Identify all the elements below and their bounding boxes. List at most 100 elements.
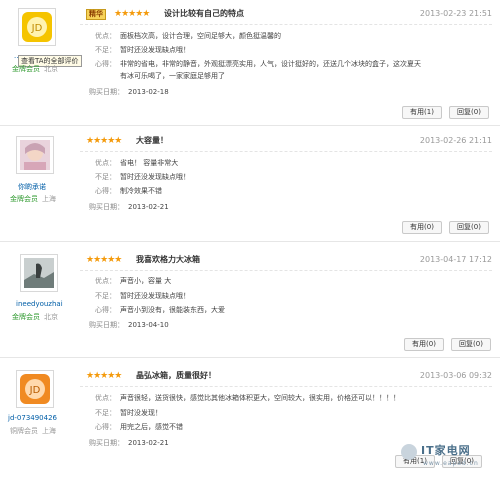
pros-label: 优点： xyxy=(95,277,116,285)
divider xyxy=(80,151,492,152)
cons-row: 不足： 暂时还没发现缺点哦！ xyxy=(86,172,190,182)
member-level-row: 金牌会员 北京 xyxy=(12,312,58,322)
experience-row: 心得： 声音小到没有，很能装东西，大爱 xyxy=(86,305,225,315)
experience-text-line: 有冰可乐喝了，一家家庭足够用了 xyxy=(120,72,225,80)
useful-button[interactable]: 有用(0) xyxy=(402,221,442,234)
pros-row: 优点： 声音很轻，送货很快，感觉比其他冰箱体积更大，空间较大，很实用，价格还可以！… xyxy=(86,393,400,403)
photo-avatar-icon xyxy=(24,258,54,288)
purchase-date-row: 购买日期： 2013-02-21 xyxy=(86,438,169,448)
review-header: ★★★★★ 我喜欢格力大冰箱 2013-04-17 17:12 xyxy=(86,254,492,268)
site-watermark: IT家电网 www.eapad.cn xyxy=(401,442,496,476)
pros-row: 优点： 面板档次高，设计合理，空间足够大，颜色挺温馨的 xyxy=(86,31,281,41)
watermark-logo-icon xyxy=(401,444,417,460)
experience-label: 心得： xyxy=(95,60,116,68)
svg-text:JD: JD xyxy=(31,23,43,34)
purchase-date-label: 购买日期： xyxy=(89,88,124,96)
purchase-date: 2013-02-21 xyxy=(128,439,169,447)
pros-label: 优点： xyxy=(95,32,116,40)
member-level-row: 金牌会员 北京 xyxy=(12,64,58,74)
cons-text: 暂时还没发现缺点哦！ xyxy=(120,292,190,300)
member-level: 金牌会员 xyxy=(10,195,38,203)
review-date: 2013-04-17 17:12 xyxy=(419,255,492,264)
review-date: 2013-02-26 21:11 xyxy=(419,136,492,145)
pros-text: 面板档次高，设计合理，空间足够大，颜色挺温馨的 xyxy=(120,32,281,40)
watermark-url: www.eapad.cn xyxy=(423,460,479,467)
experience-row: 心得： 非常的省电，非常的静音，外观挺漂亮实用，人气，设计挺好的，还送几个冰块的盒… xyxy=(86,59,421,81)
user-location: 北京 xyxy=(44,65,58,73)
review-header: ★★★★★ 晶弘冰箱，质量很好！ 2013-03-06 09:32 xyxy=(86,370,492,384)
cons-row: 不足： 暂时还没发现缺点哦！ xyxy=(86,45,190,55)
reply-button[interactable]: 回复(0) xyxy=(451,338,491,351)
review-title: 大容量！ xyxy=(136,136,168,145)
cons-row: 不足： 暂时没发现！ xyxy=(86,408,162,418)
experience-text-line: 制冷效果不错 xyxy=(120,187,162,195)
useful-button[interactable]: 有用(1) xyxy=(402,106,442,119)
reply-button[interactable]: 回复(0) xyxy=(449,221,489,234)
purchase-date: 2013-02-18 xyxy=(128,88,169,96)
svg-text:JD: JD xyxy=(29,385,41,396)
member-level: 金牌会员 xyxy=(12,313,40,321)
user-avatar[interactable]: JD xyxy=(18,8,56,46)
member-level-row: 铜牌会员 上海 xyxy=(10,426,56,436)
cons-text: 暂时还没发现缺点哦！ xyxy=(120,46,190,54)
username[interactable]: 你啲承诺 xyxy=(18,182,46,192)
experience-text-line: 声音小到没有，很能装东西，大爱 xyxy=(120,306,225,314)
experience-text-line: 非常的省电，非常的静音，外观挺漂亮实用，人气，设计挺好的，还送几个冰块的盒子，这… xyxy=(120,60,421,68)
review-header: 精华 ★★★★★ 设计比较有自己的特点 2013-02-23 21:51 xyxy=(86,8,492,22)
useful-button[interactable]: 有用(0) xyxy=(404,338,444,351)
jd-avatar-yellow-icon: JD xyxy=(22,12,52,42)
experience-text-line: 用完之后，感觉不错 xyxy=(120,423,183,431)
review-date: 2013-03-06 09:32 xyxy=(419,371,492,380)
divider xyxy=(80,270,492,271)
user-location: 上海 xyxy=(42,195,56,203)
star-rating: ★★★★★ xyxy=(86,371,122,381)
member-level: 铜牌会员 xyxy=(10,427,38,435)
user-avatar[interactable] xyxy=(20,254,58,292)
review-title: 设计比较有自己的特点 xyxy=(164,9,244,18)
review-header: ★★★★★ 大容量！ 2013-02-26 21:11 xyxy=(86,135,492,149)
purchase-date-label: 购买日期： xyxy=(89,203,124,211)
experience-label: 心得： xyxy=(95,423,116,431)
purchase-date: 2013-02-21 xyxy=(128,203,169,211)
cons-label: 不足： xyxy=(95,173,116,181)
experience-label: 心得： xyxy=(95,306,116,314)
review-title: 晶弘冰箱，质量很好！ xyxy=(136,371,216,380)
pros-text: 声音很轻，送货很快，感觉比其他冰箱体积更大，空间较大，很实用，价格还可以！！！！ xyxy=(120,394,400,402)
purchase-date-row: 购买日期： 2013-04-10 xyxy=(86,320,169,330)
member-level-row: 金牌会员 上海 xyxy=(10,194,56,204)
username[interactable]: jd-073490426 xyxy=(8,414,57,422)
user-avatar[interactable]: JD xyxy=(16,370,54,408)
pros-row: 优点： 省电！ 容量非常大 xyxy=(86,158,178,168)
reply-button[interactable]: 回复(0) xyxy=(449,106,489,119)
star-rating: ★★★★★ xyxy=(114,9,150,19)
star-rating: ★★★★★ xyxy=(86,255,122,265)
pros-label: 优点： xyxy=(95,159,116,167)
experience-row: 心得： 制冷效果不错 xyxy=(86,186,162,196)
cons-label: 不足： xyxy=(95,292,116,300)
purchase-date-label: 购买日期： xyxy=(89,439,124,447)
cons-label: 不足： xyxy=(95,409,116,417)
pros-row: 优点： 声音小，容量 大 xyxy=(86,276,171,286)
user-avatar[interactable] xyxy=(16,136,54,174)
experience-label: 心得： xyxy=(95,187,116,195)
star-rating: ★★★★★ xyxy=(86,136,122,146)
user-location: 北京 xyxy=(44,313,58,321)
review-date: 2013-02-23 21:51 xyxy=(419,9,492,18)
user-location: 上海 xyxy=(42,427,56,435)
purchase-date: 2013-04-10 xyxy=(128,321,169,329)
pros-label: 优点： xyxy=(95,394,116,402)
review-title: 我喜欢格力大冰箱 xyxy=(136,255,200,264)
pros-text: 省电！ 容量非常大 xyxy=(120,159,179,167)
review-item: 你啲承诺 金牌会员 上海 ★★★★★ 大容量！ 2013-02-26 21:11 … xyxy=(0,126,500,242)
review-item: JD ... 查看TA的全部评价 金牌会员北京 精华 ★★★★★ 设计比较有自己… xyxy=(0,0,500,126)
review-item: ineedyouzhai 金牌会员 北京 ★★★★★ 我喜欢格力大冰箱 2013-… xyxy=(0,242,500,358)
experience-row: 心得： 用完之后，感觉不错 xyxy=(86,422,183,432)
essence-badge: 精华 xyxy=(86,9,106,20)
cons-row: 不足： 暂时还没发现缺点哦！ xyxy=(86,291,190,301)
divider xyxy=(80,386,492,387)
watermark-brand: IT家电网 xyxy=(421,444,471,457)
username[interactable]: ineedyouzhai xyxy=(16,300,63,308)
cons-label: 不足： xyxy=(95,46,116,54)
purchase-date-row: 购买日期： 2013-02-18 xyxy=(86,87,169,97)
cons-text: 暂时没发现！ xyxy=(120,409,162,417)
